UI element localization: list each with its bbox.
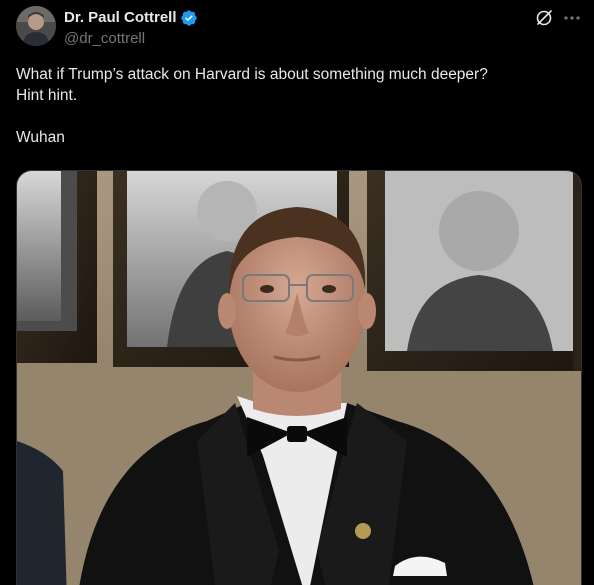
more-icon[interactable] (562, 8, 582, 28)
author-names: Dr. Paul Cottrell @dr_cottrell (64, 9, 198, 48)
display-name[interactable]: Dr. Paul Cottrell (64, 9, 177, 27)
tweet-header: Dr. Paul Cottrell @dr_cottrell (16, 6, 582, 50)
tweet-text: What if Trump’s attack on Harvard is abo… (16, 64, 578, 148)
tweet-photo[interactable] (16, 170, 582, 585)
verified-badge-icon[interactable] (180, 9, 198, 27)
avatar[interactable] (16, 6, 56, 46)
tweet-line: What if Trump’s attack on Harvard is abo… (16, 66, 488, 83)
tweet-line: Hint hint. (16, 87, 78, 104)
tweet-card[interactable]: Dr. Paul Cottrell @dr_cottrell What if T… (0, 0, 594, 585)
author-handle[interactable]: @dr_cottrell (64, 30, 198, 48)
tweet-line: Wuhan (16, 129, 65, 146)
header-actions (534, 8, 582, 28)
grok-icon[interactable] (534, 8, 554, 28)
